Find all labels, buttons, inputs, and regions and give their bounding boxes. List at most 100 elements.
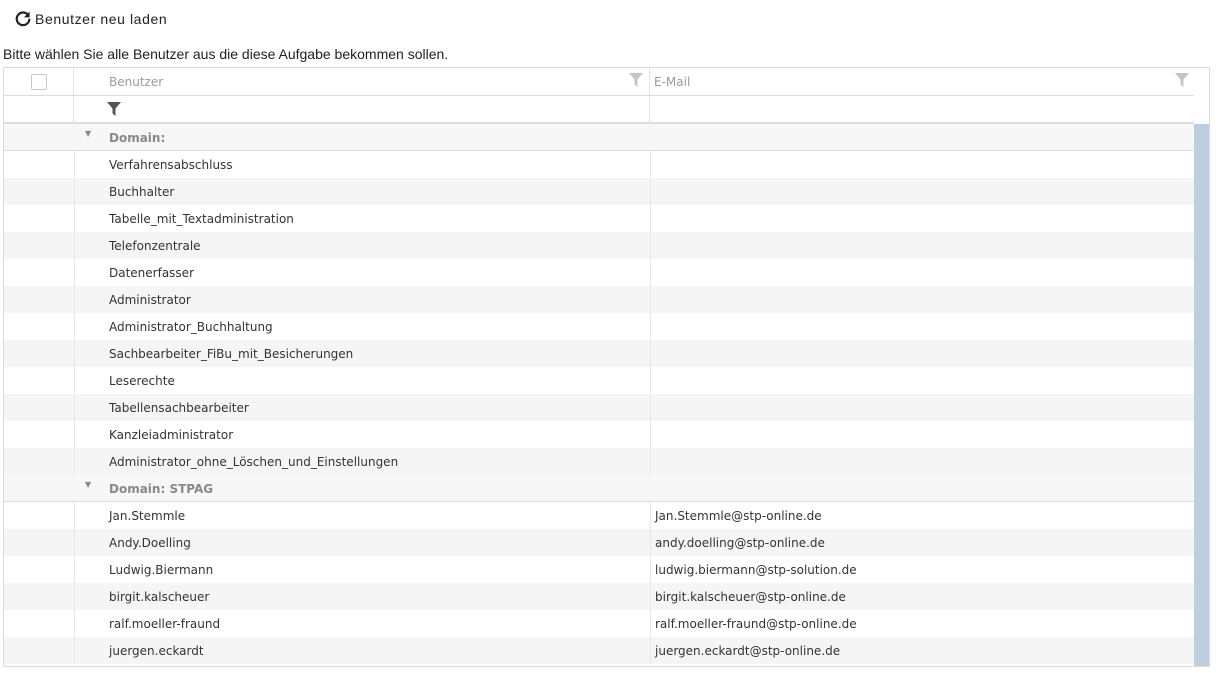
table-row[interactable]: Buchhalter — [4, 178, 1194, 205]
user-grid: Benutzer E-Mail ▼ Domain: Verfahrensabschl… — [3, 67, 1210, 667]
column-divider — [74, 367, 75, 394]
user-column-header[interactable]: Benutzer — [74, 68, 650, 95]
user-name-cell: juergen.eckardt — [109, 644, 204, 658]
user-column-title: Benutzer — [109, 75, 164, 89]
column-divider — [650, 178, 651, 205]
email-cell: ludwig.biermann@stp-solution.de — [655, 563, 857, 577]
table-row[interactable]: Jan.Stemmle Jan.Stemmle@stp-online.de — [4, 502, 1194, 529]
group-row[interactable]: ▼ Domain: STPAG — [4, 475, 1194, 502]
user-name-cell: Leserechte — [109, 374, 175, 388]
user-name-cell: ralf.moeller-fraund — [109, 617, 221, 631]
user-name-cell: Jan.Stemmle — [109, 509, 186, 523]
column-divider — [74, 637, 75, 664]
grid-header: Benutzer E-Mail — [4, 68, 1194, 96]
column-divider — [74, 448, 75, 475]
instruction-text: Bitte wählen Sie alle Benutzer aus die d… — [3, 46, 449, 62]
column-divider — [74, 232, 75, 259]
user-name-cell: Administrator_Buchhaltung — [109, 320, 273, 334]
reload-icon — [15, 11, 31, 27]
user-name-cell: Tabellensachbearbeiter — [109, 401, 249, 415]
group-label: Domain: STPAG — [109, 482, 214, 496]
column-divider — [74, 286, 75, 313]
column-divider — [74, 151, 75, 178]
grid-body: ▼ Domain: Verfahrensabschluss Buchhalter Tab… — [4, 124, 1194, 666]
column-divider — [650, 610, 651, 637]
email-column-title: E-Mail — [654, 75, 691, 89]
scrollbar-thumb[interactable] — [1194, 124, 1209, 666]
table-row[interactable]: Datenerfasser — [4, 259, 1194, 286]
select-all-cell — [4, 68, 74, 95]
column-divider — [650, 394, 651, 421]
column-divider — [74, 583, 75, 610]
user-name-cell: Verfahrensabschluss — [109, 158, 233, 172]
user-name-cell: Tabelle_mit_Textadministration — [109, 212, 294, 226]
filter-row — [4, 95, 1194, 124]
email-cell: Jan.Stemmle@stp-online.de — [655, 509, 822, 523]
group-label: Domain: — [109, 131, 166, 145]
filter-icon[interactable] — [107, 102, 121, 116]
column-divider — [650, 583, 651, 610]
user-name-cell: Telefonzentrale — [109, 239, 201, 253]
table-row[interactable]: Administrator_Buchhaltung — [4, 313, 1194, 340]
email-cell: andy.doelling@stp-online.de — [655, 536, 825, 550]
column-divider — [650, 151, 651, 178]
caret-down-icon[interactable]: ▼ — [85, 129, 91, 138]
table-row[interactable]: Administrator — [4, 286, 1194, 313]
table-row[interactable]: birgit.kalscheuer birgit.kalscheuer@stp-o… — [4, 583, 1194, 610]
column-divider — [650, 448, 651, 475]
column-divider — [650, 205, 651, 232]
filter-row-spacer — [4, 95, 74, 122]
table-row[interactable]: Verfahrensabschluss — [4, 151, 1194, 178]
column-divider — [650, 502, 651, 529]
column-divider — [650, 421, 651, 448]
select-all-checkbox[interactable] — [31, 74, 47, 90]
column-divider — [650, 286, 651, 313]
table-row[interactable]: Andy.Doelling andy.doelling@stp-online.de — [4, 529, 1194, 556]
column-divider — [74, 502, 75, 529]
table-row[interactable]: Leserechte — [4, 367, 1194, 394]
email-column-header[interactable]: E-Mail — [650, 68, 1194, 95]
column-divider — [650, 529, 651, 556]
table-row[interactable]: Telefonzentrale — [4, 232, 1194, 259]
column-divider — [650, 313, 651, 340]
email-cell: birgit.kalscheuer@stp-online.de — [655, 590, 846, 604]
filter-icon[interactable] — [1175, 73, 1189, 87]
column-divider — [650, 556, 651, 583]
user-name-cell: Administrator — [109, 293, 191, 307]
table-row[interactable]: Tabelle_mit_Textadministration — [4, 205, 1194, 232]
column-divider — [74, 556, 75, 583]
reload-users-button[interactable]: Benutzer neu laden — [14, 9, 167, 29]
user-name-cell: birgit.kalscheuer — [109, 590, 210, 604]
table-row[interactable]: Kanzleiadministrator — [4, 421, 1194, 448]
email-cell: ralf.moeller-fraund@stp-online.de — [655, 617, 857, 631]
table-row[interactable]: Ludwig.Biermann ludwig.biermann@stp-solut… — [4, 556, 1194, 583]
column-divider — [74, 178, 75, 205]
reload-users-label: Benutzer neu laden — [35, 11, 168, 27]
column-divider — [74, 610, 75, 637]
user-name-cell: Buchhalter — [109, 185, 175, 199]
filter-icon[interactable] — [629, 73, 643, 87]
user-name-cell: Ludwig.Biermann — [109, 563, 214, 577]
column-divider — [74, 259, 75, 286]
column-divider — [74, 313, 75, 340]
group-row[interactable]: ▼ Domain: — [4, 124, 1194, 151]
user-name-cell: Andy.Doelling — [109, 536, 191, 550]
table-row[interactable]: Sachbearbeiter_FiBu_mit_Besicherungen — [4, 340, 1194, 367]
email-filter-cell[interactable] — [650, 95, 1194, 122]
table-row[interactable]: juergen.eckardt juergen.eckardt@stp-onlin… — [4, 637, 1194, 664]
column-divider — [650, 259, 651, 286]
column-divider — [650, 637, 651, 664]
table-row[interactable]: ralf.moeller-fraund ralf.moeller-fraund@s… — [4, 610, 1194, 637]
column-divider — [74, 421, 75, 448]
table-row[interactable]: Administrator_ohne_Löschen_und_Einstellu… — [4, 448, 1194, 475]
column-divider — [650, 367, 651, 394]
user-filter-cell[interactable] — [74, 95, 650, 122]
column-divider — [74, 529, 75, 556]
table-row[interactable]: Tabellensachbearbeiter — [4, 394, 1194, 421]
vertical-scrollbar[interactable] — [1194, 124, 1209, 666]
column-divider — [650, 340, 651, 367]
user-name-cell: Sachbearbeiter_FiBu_mit_Besicherungen — [109, 347, 354, 361]
caret-down-icon[interactable]: ▼ — [85, 480, 91, 489]
column-divider — [650, 232, 651, 259]
email-cell: juergen.eckardt@stp-online.de — [655, 644, 841, 658]
